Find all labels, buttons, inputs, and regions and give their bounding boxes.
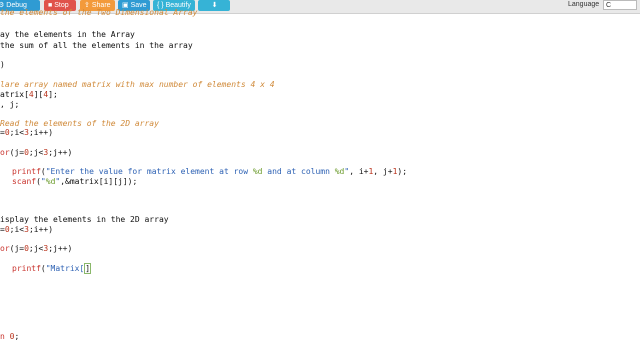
code-line: atrix[4][4]; [0, 90, 58, 99]
code-line: =0;i<3;i++) [0, 225, 54, 234]
code-line: scanf("%d",&matrix[i][j]); [12, 177, 138, 186]
download-button[interactable]: ⬇ [198, 0, 230, 11]
code-line: =0;i<3;i++) [0, 128, 54, 137]
code-line: or(j=0;j<3;j++) [0, 244, 73, 253]
code-line: the elements of the Two Dimensional Arra… [0, 8, 198, 17]
code-editor[interactable]: the elements of the Two Dimensional Arra… [0, 8, 640, 360]
language-select[interactable]: C [603, 0, 637, 10]
code-line: lare array named matrix with max number … [0, 80, 275, 89]
download-icon: ⬇ [211, 2, 218, 9]
code-line: ) [0, 60, 5, 69]
code-line: or(j=0;j<3;j++) [0, 148, 73, 157]
code-line: , j; [0, 100, 20, 109]
code-line: ay the elements in the Array [0, 30, 135, 39]
code-line: printf("Matrix[] [12, 263, 92, 274]
code-line: the sum of all the elements in the array [0, 41, 193, 50]
code-line: isplay the elements in the 2D array [0, 215, 169, 224]
code-line: printf("Enter the value for matrix eleme… [12, 167, 408, 176]
language-label: Language [568, 1, 600, 8]
code-line: n 0; [0, 332, 20, 341]
